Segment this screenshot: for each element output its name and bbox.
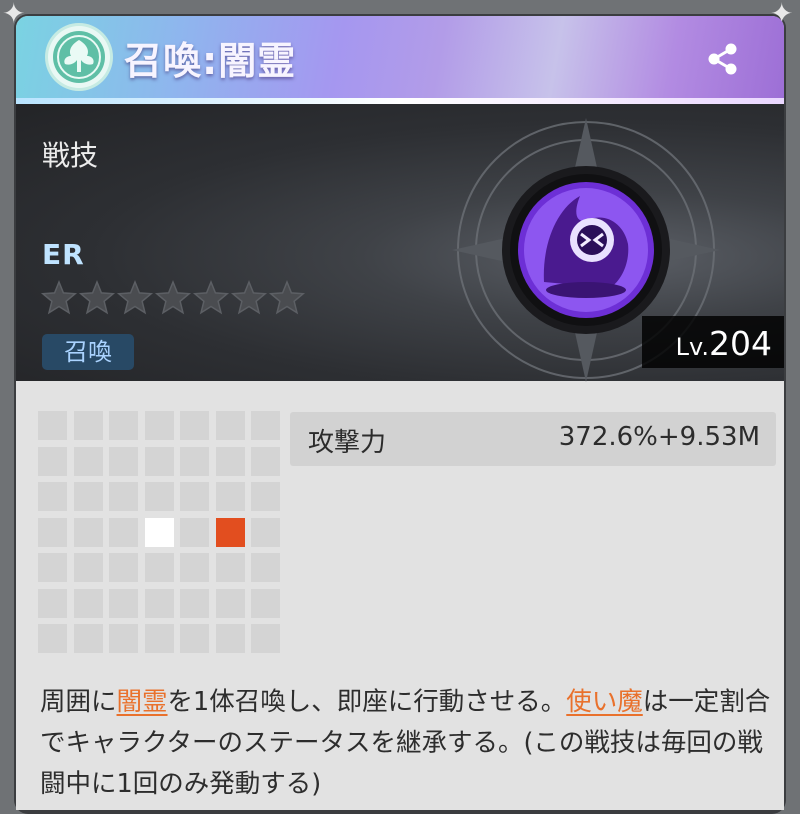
- grid-cell: [215, 411, 245, 440]
- skill-description: 周囲に闇霊を1体召喚し、即座に行動させる。使い魔は一定割合でキャラクターのステー…: [40, 682, 780, 805]
- grid-cell-target: [215, 517, 245, 547]
- grid-cell: [180, 411, 209, 440]
- star-icon: [268, 279, 306, 315]
- star-icon: [192, 279, 230, 315]
- grid-cell: [180, 588, 209, 618]
- desc-text: 周囲に: [40, 687, 117, 717]
- grid-cell-origin: [144, 517, 174, 547]
- grid-cell: [180, 517, 209, 547]
- level-box: Lv.204: [642, 316, 784, 368]
- star-icon: [116, 279, 154, 315]
- level-value: 204: [709, 324, 772, 363]
- grid-cell: [73, 482, 103, 511]
- grid-cell: [73, 588, 103, 618]
- skill-card: 召喚:闇霊 戦技 ER 召喚 Lv.204 攻撃力 372.6%+9.53M 周…: [16, 16, 784, 810]
- level-prefix: Lv.: [675, 333, 709, 361]
- grid-cell: [251, 517, 280, 547]
- star-icon: [230, 279, 268, 315]
- grid-cell: [38, 446, 67, 476]
- skill-title: 召喚:闇霊: [124, 39, 297, 83]
- grid-cell: [73, 517, 103, 547]
- grid-cell: [144, 482, 174, 511]
- grid-cell: [109, 588, 138, 618]
- dark-spirit-link[interactable]: 闇霊: [117, 687, 168, 717]
- grid-cell: [180, 624, 209, 653]
- stat-row: 攻撃力 372.6%+9.53M: [290, 412, 776, 466]
- grid-cell: [144, 588, 174, 618]
- grid-cell: [180, 446, 209, 476]
- rarity-label: ER: [42, 238, 85, 271]
- range-grid: [38, 411, 284, 657]
- grid-cell: [38, 411, 67, 440]
- grid-cell: [38, 588, 67, 618]
- grid-cell: [73, 624, 103, 653]
- grid-cell: [109, 624, 138, 653]
- grid-cell: [251, 411, 280, 440]
- grid-cell: [144, 624, 174, 653]
- stat-name: 攻撃力: [308, 428, 387, 458]
- grid-cell: [73, 411, 103, 440]
- skill-type-label: 戦技: [42, 139, 99, 172]
- grid-cell: [251, 553, 280, 582]
- star-icon: [40, 279, 78, 315]
- grid-cell: [38, 624, 67, 653]
- grid-cell: [251, 446, 280, 476]
- grid-cell: [215, 482, 245, 511]
- grid-cell: [251, 588, 280, 618]
- grid-cell: [215, 553, 245, 582]
- grid-cell: [38, 553, 67, 582]
- grid-cell: [144, 446, 174, 476]
- grid-cell: [144, 411, 174, 440]
- grid-cell: [215, 624, 245, 653]
- grid-cell: [38, 482, 67, 511]
- familiar-link[interactable]: 使い魔: [566, 687, 643, 717]
- grid-cell: [73, 553, 103, 582]
- grid-cell: [215, 446, 245, 476]
- grid-cell: [109, 553, 138, 582]
- share-icon[interactable]: [702, 38, 744, 80]
- star-icon: [154, 279, 192, 315]
- desc-text: を1体召喚し、即座に行動させる。: [167, 687, 567, 717]
- stat-value: 372.6%+9.53M: [558, 422, 760, 452]
- grid-cell: [109, 446, 138, 476]
- grid-cell: [251, 482, 280, 511]
- grid-cell: [144, 553, 174, 582]
- grid-cell: [180, 553, 209, 582]
- category-tag: 召喚: [42, 334, 134, 370]
- grid-cell: [109, 411, 138, 440]
- grid-cell: [73, 446, 103, 476]
- tree-emblem-icon: [48, 26, 110, 88]
- grid-cell: [215, 588, 245, 618]
- grid-cell: [109, 482, 138, 511]
- grid-cell: [180, 482, 209, 511]
- star-icon: [78, 279, 116, 315]
- grid-cell: [109, 517, 138, 547]
- star-rating: [40, 279, 306, 315]
- grid-cell: [38, 517, 67, 547]
- grid-cell: [251, 624, 280, 653]
